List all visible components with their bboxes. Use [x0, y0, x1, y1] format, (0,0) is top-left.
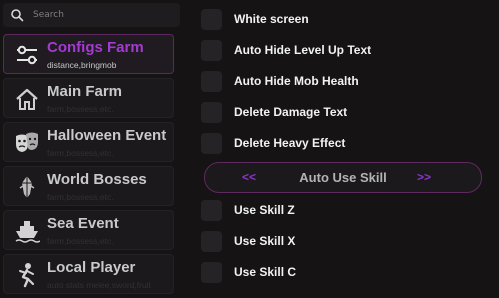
crystal-icon [19, 176, 35, 198]
sidebar-item-configs-farm[interactable]: Configs Farm distance,bringmob [3, 34, 174, 74]
checkbox[interactable] [201, 9, 222, 30]
toggle-delete-heavy-effect[interactable]: Delete Heavy Effect [190, 133, 499, 155]
sidebar-item-main-farm[interactable]: Main Farm farm,bossess,etc. [3, 78, 174, 118]
checkbox[interactable] [201, 200, 222, 221]
arrow-right-icon: >> [417, 170, 432, 184]
checkbox[interactable] [201, 71, 222, 92]
toggle-label: Delete Damage Text [234, 105, 348, 119]
toggle-label: White screen [234, 12, 309, 26]
ship-icon [15, 221, 40, 243]
checkbox[interactable] [201, 102, 222, 123]
settings-panel: White screen Auto Hide Level Up Text Aut… [190, 0, 499, 298]
search-box[interactable] [3, 3, 180, 27]
toggle-auto-hide-level-up-text[interactable]: Auto Hide Level Up Text [190, 40, 499, 62]
toggle-use-skill-x[interactable]: Use Skill X [190, 231, 499, 253]
sidebar-item-local-player[interactable]: Local Player auto stats melee,sword,frui… [3, 254, 174, 294]
section-title: Auto Use Skill [299, 170, 387, 185]
sidebar-item-label: Sea Event [47, 215, 119, 232]
toggle-label: Auto Hide Level Up Text [234, 43, 372, 57]
sidebar-item-subtitle: farm,bossess,etc. [47, 192, 114, 202]
toggle-white-screen[interactable]: White screen [190, 9, 499, 31]
search-input[interactable] [33, 7, 173, 23]
checkbox[interactable] [201, 40, 222, 61]
toggle-label: Use Skill Z [234, 203, 295, 217]
home-icon [16, 88, 38, 110]
toggle-delete-damage-text[interactable]: Delete Damage Text [190, 102, 499, 124]
sidebar-item-label: Local Player [47, 259, 136, 276]
sidebar-item-subtitle: farm,bossess,etc. [47, 148, 114, 158]
sidebar-item-subtitle: distance,bringmob [47, 60, 117, 70]
checkbox[interactable] [201, 133, 222, 154]
section-header-auto-use-skill: << Auto Use Skill >> [204, 162, 482, 193]
toggle-auto-hide-mob-health[interactable]: Auto Hide Mob Health [190, 71, 499, 93]
checkbox[interactable] [201, 262, 222, 283]
checkbox[interactable] [201, 231, 222, 252]
sidebar-item-subtitle: farm,bossess,etc. [47, 236, 114, 246]
toggle-label: Use Skill X [234, 234, 296, 248]
sidebar-item-sea-event[interactable]: Sea Event farm,bossess,etc. [3, 210, 174, 250]
theater-masks-icon [16, 132, 38, 152]
sidebar-item-label: Main Farm [47, 83, 123, 100]
sidebar-item-halloween-event[interactable]: Halloween Event farm,bossess,etc. [3, 122, 174, 162]
sidebar-item-label: Configs Farm [47, 39, 144, 56]
toggle-use-skill-c[interactable]: Use Skill C [190, 262, 499, 284]
sidebar-item-subtitle: auto stats melee,sword,fruit [47, 280, 151, 290]
sidebar-item-label: Halloween Event [47, 127, 167, 144]
toggle-label: Use Skill C [234, 265, 297, 279]
toggle-label: Auto Hide Mob Health [234, 74, 359, 88]
sliders-icon [17, 45, 37, 65]
sidebar-item-label: World Bosses [47, 171, 147, 188]
search-icon [11, 9, 24, 22]
sidebar-item-world-bosses[interactable]: World Bosses farm,bossess,etc. [3, 166, 174, 206]
sidebar-item-subtitle: farm,bossess,etc. [47, 104, 114, 114]
toggle-use-skill-z[interactable]: Use Skill Z [190, 200, 499, 222]
sidebar: Configs Farm distance,bringmob Main Farm… [0, 0, 190, 298]
toggle-label: Delete Heavy Effect [234, 136, 346, 150]
person-icon [19, 263, 35, 288]
